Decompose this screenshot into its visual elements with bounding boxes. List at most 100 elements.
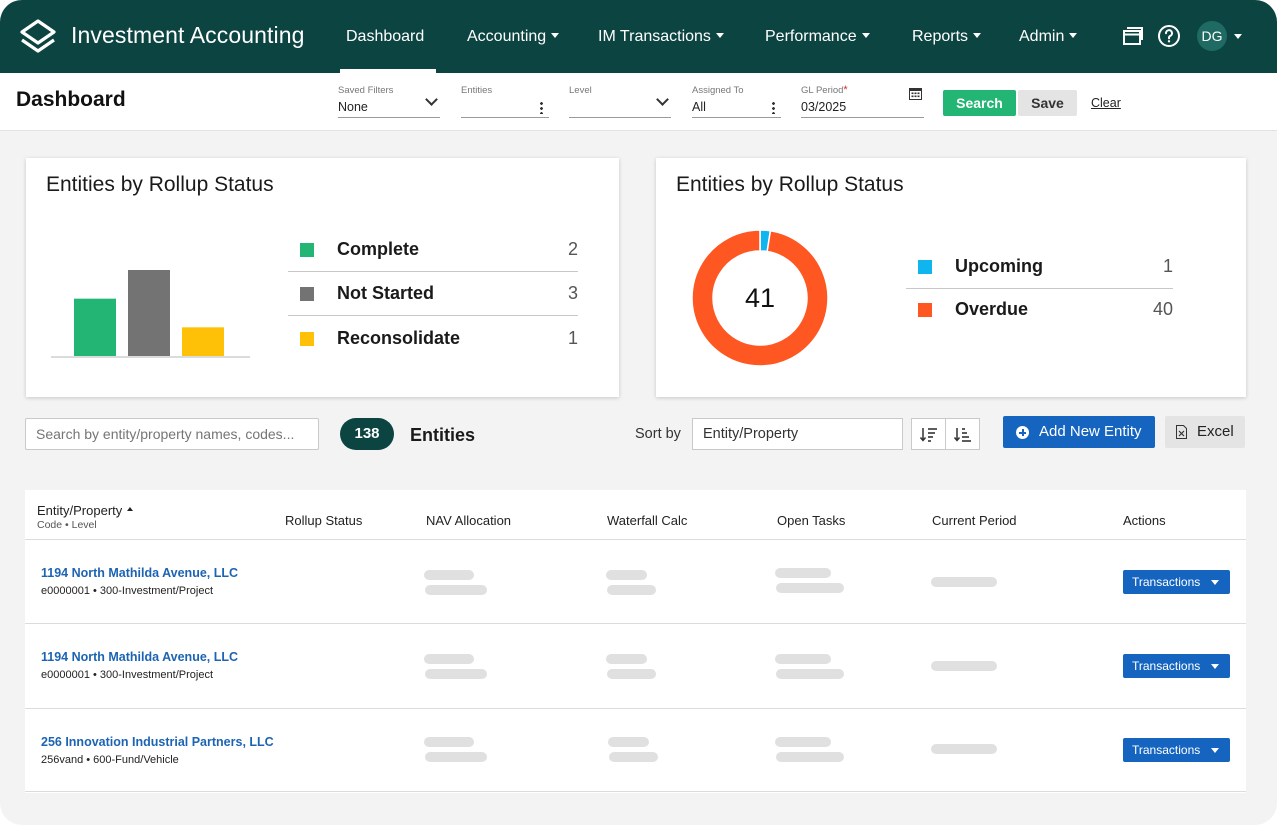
legend-not-started-value: 3	[567, 283, 578, 303]
app-logo-icon[interactable]	[16, 17, 60, 57]
waterfall-calc-placeholder	[607, 585, 656, 595]
rollup-bar-chart	[51, 270, 250, 358]
transactions-dropdown-button[interactable]: Transactions	[1123, 570, 1230, 594]
overdue-swatch	[918, 303, 932, 317]
caret-down-icon	[551, 33, 560, 38]
sort-ascending-button[interactable]	[945, 418, 980, 450]
nav-allocation-placeholder	[425, 585, 487, 595]
current-period-placeholder	[931, 744, 997, 754]
saved-filters-value: None	[338, 100, 368, 114]
donut-card-title: Entities by Rollup Status	[676, 173, 904, 196]
saved-filters-label: Saved Filters	[338, 85, 394, 96]
legend-upcoming: Upcoming 1	[906, 245, 1173, 289]
caret-down-icon	[1211, 748, 1219, 753]
reconsolidate-swatch	[300, 332, 314, 346]
rollup-status-bar-card: Entities by Rollup Status Complete 2 Not…	[26, 158, 619, 397]
transactions-dropdown-button[interactable]: Transactions	[1123, 654, 1230, 678]
kebab-menu-icon	[540, 101, 543, 114]
transactions-dropdown-button[interactable]: Transactions	[1123, 738, 1230, 762]
waterfall-calc-placeholder	[606, 654, 647, 664]
upcoming-swatch	[918, 260, 932, 274]
legend-overdue: Overdue 40	[906, 288, 1173, 332]
help-icon[interactable]	[1157, 24, 1181, 48]
caret-down-icon	[1211, 664, 1219, 669]
entity-name-link[interactable]: 1194 North Mathilda Avenue, LLC	[41, 566, 238, 580]
nav-performance[interactable]: Performance	[765, 28, 870, 46]
nav-allocation-placeholder	[424, 737, 474, 747]
table-row: 1194 North Mathilda Avenue, LLC e0000001…	[25, 623, 1246, 707]
table-row: 1194 North Mathilda Avenue, LLC e0000001…	[25, 539, 1246, 623]
waterfall-calc-placeholder	[608, 737, 649, 747]
search-button[interactable]: Search	[943, 90, 1016, 116]
save-button[interactable]: Save	[1018, 90, 1077, 116]
user-avatar[interactable]: DG	[1197, 21, 1227, 51]
col-entity-property[interactable]: Entity/Property	[37, 503, 134, 518]
legend-reconsolidate-value: 1	[567, 328, 578, 348]
windows-icon[interactable]	[1121, 24, 1145, 48]
nav-admin[interactable]: Admin	[1019, 28, 1078, 46]
entities-heading: Entities	[410, 425, 476, 445]
col-actions: Actions	[1123, 513, 1166, 528]
excel-export-button[interactable]: Excel	[1165, 416, 1245, 448]
nav-dashboard[interactable]: Dashboard	[346, 28, 424, 46]
col-waterfall-calc[interactable]: Waterfall Calc	[607, 513, 687, 528]
col-rollup-status[interactable]: Rollup Status	[285, 513, 362, 528]
app-frame: Investment Accounting Dashboard Accounti…	[0, 0, 1277, 825]
assigned-to-filter[interactable]: Assigned To All	[692, 85, 781, 118]
nav-accounting[interactable]: Accounting	[467, 28, 560, 46]
caret-down-icon	[715, 33, 724, 38]
col-open-tasks[interactable]: Open Tasks	[777, 513, 845, 528]
filter-bar: Dashboard Saved Filters None Entities Le…	[0, 73, 1277, 131]
entity-search-input[interactable]	[25, 418, 319, 450]
entity-code-level: e0000001 • 300-Investment/Project	[41, 585, 214, 597]
add-new-entity-button[interactable]: Add New Entity	[1003, 416, 1155, 448]
entities-filter[interactable]: Entities	[461, 85, 549, 118]
sort-descending-button[interactable]	[911, 418, 946, 450]
donut-center-label: 41	[745, 283, 775, 313]
user-menu-caret-icon[interactable]	[1234, 34, 1242, 39]
calendar-icon[interactable]	[909, 87, 922, 100]
level-label: Level	[569, 85, 592, 96]
saved-filters-select[interactable]: Saved Filters None	[338, 85, 440, 118]
entities-table: Entity/Property Code • Level Rollup Stat…	[25, 490, 1246, 793]
assigned-to-value: All	[692, 100, 706, 114]
entity-count-badge: 138	[340, 418, 394, 450]
bar-reconsolidate[interactable]	[182, 327, 224, 356]
legend-reconsolidate-label: Reconsolidate	[337, 328, 461, 348]
legend-not-started: Not Started 3	[288, 272, 578, 316]
entity-name-link[interactable]: 1194 North Mathilda Avenue, LLC	[41, 650, 238, 664]
add-new-entity-label: Add New Entity	[1039, 423, 1142, 440]
col-current-period[interactable]: Current Period	[932, 513, 1017, 528]
legend-upcoming-label: Upcoming	[955, 256, 1043, 276]
clear-link[interactable]: Clear	[1091, 96, 1121, 110]
nav-allocation-placeholder	[425, 752, 487, 762]
legend-overdue-value: 40	[1152, 299, 1173, 319]
nav-reports[interactable]: Reports	[912, 28, 982, 46]
kebab-menu-icon	[772, 101, 775, 114]
caret-down-icon	[861, 33, 870, 38]
open-tasks-placeholder	[776, 669, 844, 679]
sort-descending-icon	[920, 428, 937, 442]
col-nav-allocation[interactable]: NAV Allocation	[426, 513, 511, 528]
caret-down-icon	[1069, 33, 1078, 38]
excel-label: Excel	[1197, 423, 1234, 440]
entity-code-level: 256vand • 600-Fund/Vehicle	[41, 754, 179, 766]
legend-complete: Complete 2	[288, 228, 578, 272]
nav-im-transactions[interactable]: IM Transactions	[598, 28, 724, 46]
bar-complete[interactable]	[74, 298, 116, 356]
legend-not-started-label: Not Started	[337, 283, 435, 303]
sort-by-select[interactable]: Entity/Property	[692, 418, 903, 450]
bar-not-started[interactable]	[128, 270, 170, 356]
entity-name-link[interactable]: 256 Innovation Industrial Partners, LLC	[41, 735, 274, 749]
nav-allocation-placeholder	[424, 570, 474, 580]
open-tasks-placeholder	[775, 654, 831, 664]
current-period-placeholder	[931, 661, 997, 671]
gl-period-field[interactable]: GL Period* 03/2025	[801, 85, 924, 118]
bar-card-title: Entities by Rollup Status	[46, 173, 274, 196]
legend-reconsolidate: Reconsolidate 1	[288, 317, 578, 361]
sort-ascending-icon	[954, 428, 971, 442]
not-started-swatch	[300, 287, 314, 301]
caret-down-icon	[1211, 580, 1219, 585]
level-select[interactable]: Level	[569, 85, 671, 118]
sort-ascending-indicator-icon	[127, 507, 134, 511]
